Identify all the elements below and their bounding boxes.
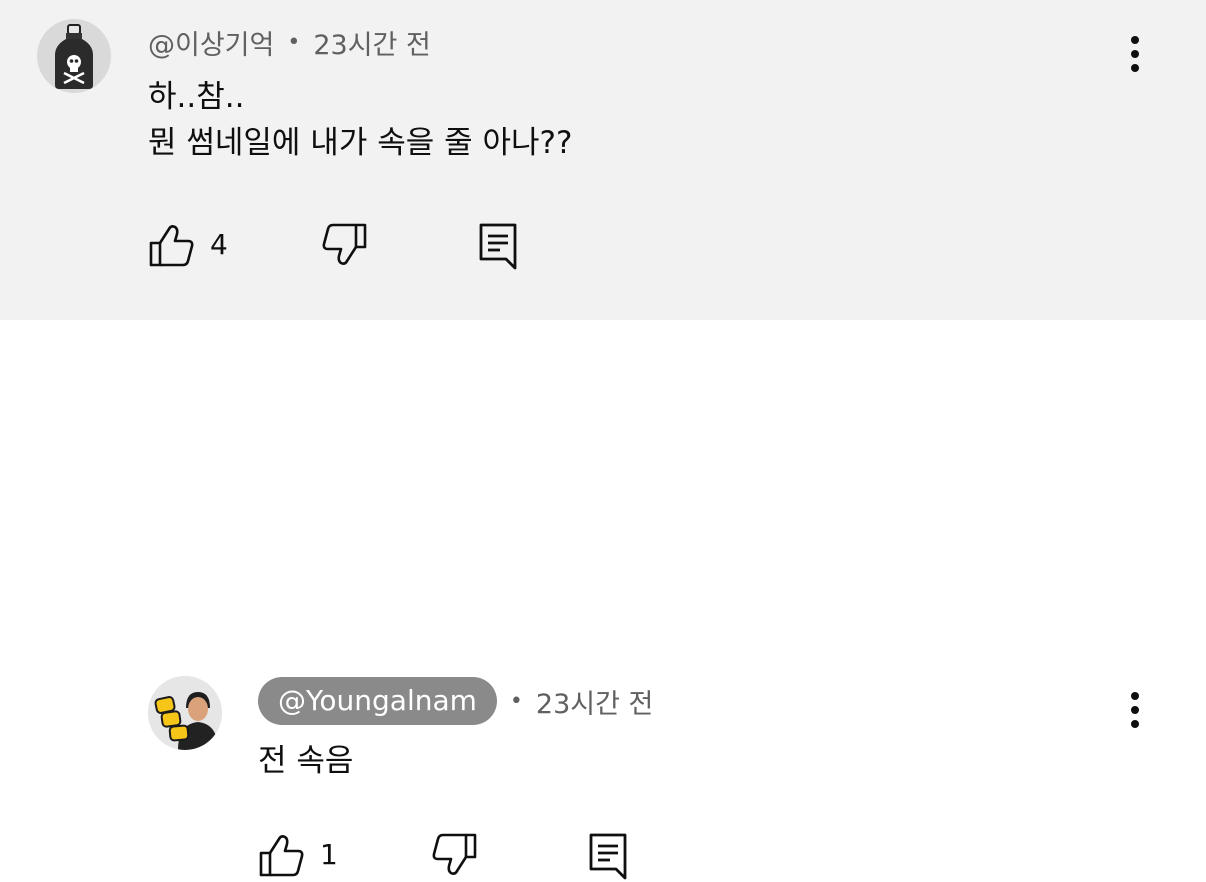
comment-time[interactable]: 23시간 전 <box>536 682 653 721</box>
more-options-icon[interactable] <box>1128 692 1142 734</box>
comment-text: 하..참.. 뭔 썸네일에 내가 속을 줄 아나?? <box>148 74 572 166</box>
avatar[interactable] <box>148 676 222 750</box>
comment-1: @이상기억 • 23시간 전 하..참.. 뭔 썸네일에 내가 속을 줄 아나?… <box>0 0 1206 320</box>
separator-dot: • <box>509 688 523 714</box>
comment-line: 하..참.. <box>148 79 245 115</box>
thumbs-down-icon[interactable] <box>432 832 478 878</box>
comment-meta: @Youngalnam • 23시간 전 <box>258 677 653 725</box>
comment-2: @Youngalnam • 23시간 전 전 속음 1 <box>0 320 1206 880</box>
more-options-icon[interactable] <box>1128 36 1142 78</box>
author-handle-badge[interactable]: @Youngalnam <box>258 677 497 725</box>
reply-icon[interactable] <box>478 222 518 270</box>
comment-text: 전 속음 <box>258 738 353 784</box>
thumbs-down-icon[interactable] <box>322 222 368 268</box>
thumbs-up-icon[interactable] <box>148 222 194 268</box>
comment-time[interactable]: 23시간 전 <box>313 23 430 62</box>
like-count: 4 <box>210 228 228 261</box>
comment-line: 뭔 썸네일에 내가 속을 줄 아나?? <box>148 125 573 161</box>
separator-dot: • <box>287 29 301 55</box>
channel-logo <box>148 676 222 750</box>
thumbs-up-icon[interactable] <box>258 832 304 878</box>
avatar[interactable] <box>37 19 111 93</box>
skull-bottle-icon <box>55 24 93 89</box>
like-count: 1 <box>320 838 338 871</box>
reply-icon[interactable] <box>588 832 628 880</box>
comment-meta: @이상기억 • 23시간 전 <box>148 22 431 62</box>
comment-line: 전 속음 <box>258 743 354 779</box>
author-handle[interactable]: @이상기억 <box>148 23 274 62</box>
